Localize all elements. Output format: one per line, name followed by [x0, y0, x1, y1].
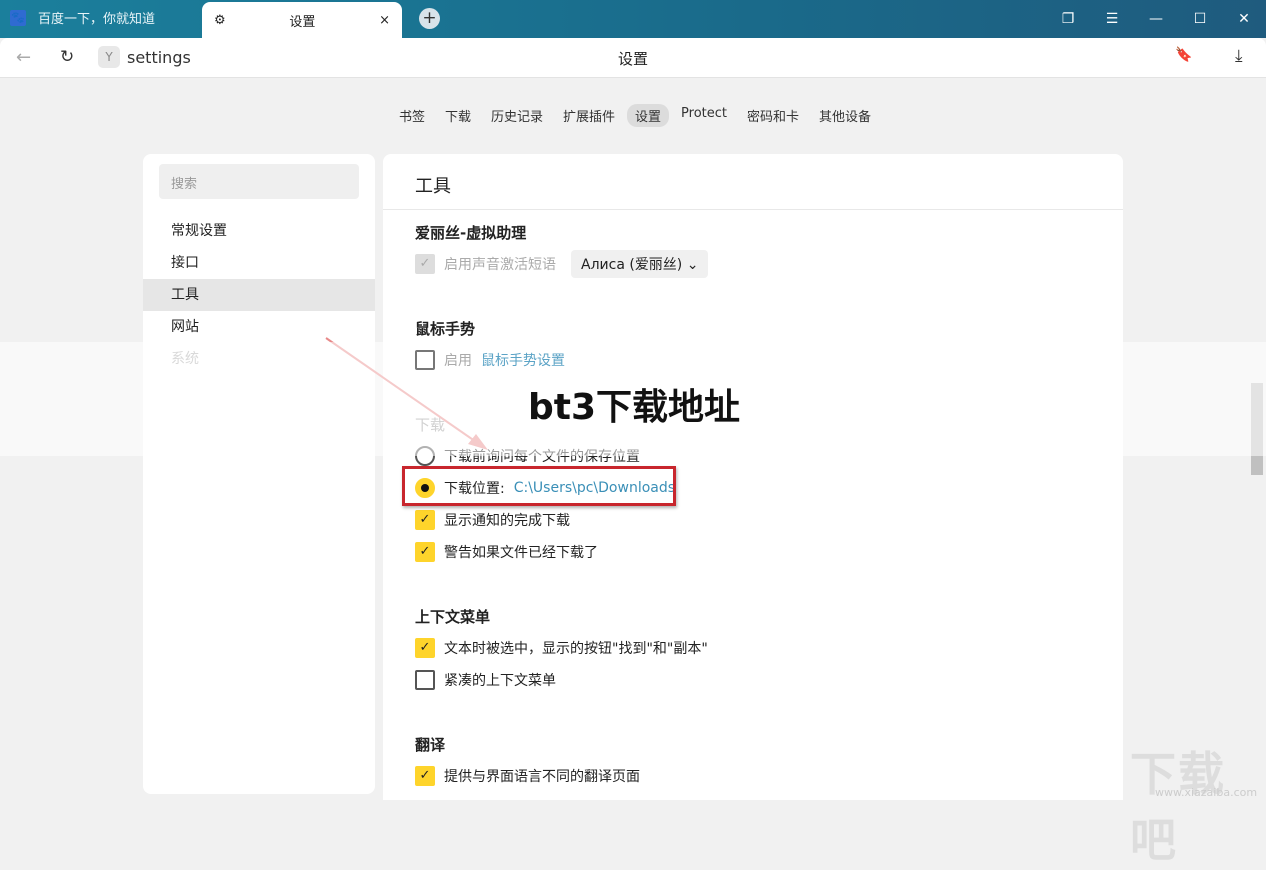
alice-row: ✓ 启用声音激活短语 Алиса (爱丽丝) ⌄ — [415, 250, 709, 278]
compact-checkbox[interactable] — [415, 670, 435, 690]
menu-icon[interactable]: ☰ — [1090, 0, 1134, 38]
watermark-logo: 下载吧 — [1130, 747, 1226, 867]
ask-label: 下载前询问每个文件的保存位置 — [444, 449, 640, 465]
sidebar-item-interface[interactable]: 接口 — [143, 247, 375, 279]
warn-label: 警告如果文件已经下载了 — [444, 545, 598, 561]
tab-label: 百度一下，你就知道 — [38, 12, 156, 27]
tab-settings[interactable]: ⚙ 设置 × — [202, 2, 402, 38]
bookmark-icon[interactable]: 🔖 — [1175, 47, 1192, 63]
translate-label: 提供与界面语言不同的翻译页面 — [444, 769, 640, 785]
chevron-down-icon: ⌄ — [686, 257, 699, 273]
compact-row: 紧凑的上下文菜单 — [415, 669, 556, 691]
overlay-text: bt3下载地址 — [528, 387, 741, 428]
nav-other-devices[interactable]: 其他设备 — [811, 104, 879, 127]
search-input[interactable]: 搜索 — [159, 164, 359, 199]
ask-radio[interactable] — [415, 446, 435, 466]
alice-label: 启用声音激活短语 — [444, 257, 556, 273]
nav-bookmarks[interactable]: 书签 — [391, 104, 433, 127]
compact-label: 紧凑的上下文菜单 — [444, 673, 556, 689]
download-icon[interactable]: ⤓ — [1235, 46, 1243, 66]
tab-baidu[interactable]: 🐾 百度一下，你就知道 — [10, 8, 155, 27]
tab-label: 设置 — [289, 14, 316, 30]
watermark-url: www.xiazaiba.com — [1155, 786, 1258, 799]
download-heading: 下载 — [415, 416, 446, 434]
context-buttons-row: ✓ 文本时被选中，显示的按钮"找到"和"副本" — [415, 637, 708, 659]
nav-settings[interactable]: 设置 — [627, 104, 670, 127]
context-buttons-checkbox[interactable]: ✓ — [415, 638, 435, 658]
translate-heading: 翻译 — [415, 736, 446, 754]
gestures-settings-link[interactable]: 鼠标手势设置 — [481, 350, 565, 370]
sidebar-item-general[interactable]: 常规设置 — [143, 215, 375, 247]
context-heading: 上下文菜单 — [415, 608, 491, 626]
scrollbar-thumb[interactable] — [1251, 383, 1263, 475]
alice-checkbox[interactable]: ✓ — [415, 254, 435, 274]
ask-row: 下载前询问每个文件的保存位置 — [415, 445, 640, 467]
translate-checkbox[interactable]: ✓ — [415, 766, 435, 786]
gestures-checkbox[interactable] — [415, 350, 435, 370]
maximize-icon[interactable]: ☐ — [1178, 0, 1222, 38]
nav-extensions[interactable]: 扩展插件 — [555, 104, 623, 127]
highlight-box — [402, 466, 676, 506]
sidebar-item-sites[interactable]: 网站 — [143, 311, 375, 343]
notify-row: ✓ 显示通知的完成下载 — [415, 509, 570, 531]
section-title: 工具 — [383, 154, 1123, 210]
nav-passwords[interactable]: 密码和卡 — [739, 104, 807, 127]
gear-icon: ⚙ — [214, 12, 226, 28]
baidu-paw-icon: 🐾 — [10, 9, 26, 26]
page-title: 设置 — [617, 50, 648, 68]
sidebar-item-tools[interactable]: 工具 — [143, 279, 375, 311]
alice-select[interactable]: Алиса (爱丽丝) ⌄ — [571, 250, 709, 278]
close-window-icon[interactable]: ✕ — [1222, 0, 1266, 38]
new-tab-button[interactable]: + — [419, 8, 440, 29]
context-buttons-label: 文本时被选中，显示的按钮"找到"和"副本" — [444, 641, 708, 657]
gestures-heading: 鼠标手势 — [415, 320, 476, 338]
notify-label: 显示通知的完成下载 — [444, 513, 570, 529]
sidebar: 搜索 常规设置 接口 工具 网站 系统 — [143, 154, 375, 794]
warn-row: ✓ 警告如果文件已经下载了 — [415, 541, 598, 563]
gestures-row: 启用 鼠标手势设置 — [415, 349, 565, 371]
minimize-icon[interactable]: — — [1134, 0, 1178, 38]
close-icon[interactable]: × — [379, 13, 390, 28]
translate-row: ✓ 提供与界面语言不同的翻译页面 — [415, 765, 640, 787]
sidebar-item-system[interactable]: 系统 — [143, 343, 375, 375]
address-bar: ← ↻ Y settings 设置 🔖 ⤓ — [0, 38, 1266, 78]
warn-checkbox[interactable]: ✓ — [415, 542, 435, 562]
nav-downloads[interactable]: 下载 — [437, 104, 479, 127]
tabs-icon[interactable]: ❐ — [1046, 0, 1090, 38]
select-value: Алиса (爱丽丝) — [581, 257, 683, 273]
nav-protect[interactable]: Protect — [673, 104, 735, 127]
settings-nav: 书签 下载 历史记录 扩展插件 设置 Protect 密码和卡 其他设备 — [0, 104, 1250, 127]
tab-bar: 🐾 百度一下，你就知道 ⚙ 设置 × + ❐ ☰ — ☐ ✕ — [0, 0, 1266, 38]
alice-heading: 爱丽丝-虚拟助理 — [415, 224, 527, 242]
gestures-label: 启用 — [444, 353, 472, 369]
nav-history[interactable]: 历史记录 — [483, 104, 551, 127]
notify-checkbox[interactable]: ✓ — [415, 510, 435, 530]
